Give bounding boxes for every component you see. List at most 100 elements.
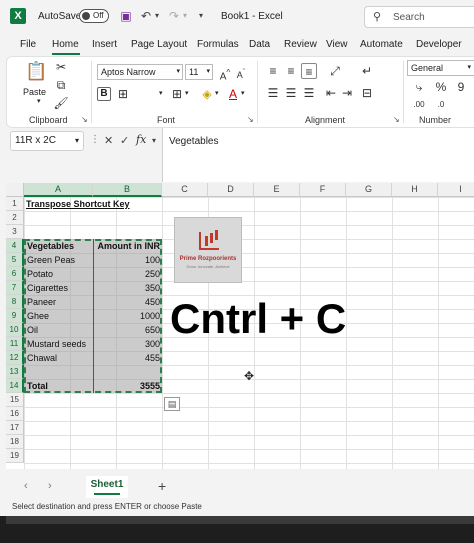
save-icon[interactable]: ▣ (118, 8, 134, 24)
table-cell-amount[interactable]: 250 (94, 267, 162, 281)
column-header-g[interactable]: G (346, 183, 392, 197)
paste-dropdown-icon[interactable]: ▾ (37, 97, 41, 105)
column-header-d[interactable]: D (208, 183, 254, 197)
bold-button[interactable]: B (97, 87, 111, 101)
column-header-f[interactable]: F (300, 183, 346, 197)
tab-data[interactable]: Data (249, 39, 270, 50)
cell-a4-header[interactable]: Vegetables (25, 239, 93, 253)
align-middle-icon[interactable]: ≡ (283, 63, 299, 79)
formula-input[interactable]: Vegetables (162, 128, 474, 182)
row-header[interactable]: 19 (6, 449, 24, 463)
row-header[interactable]: 15 (6, 393, 24, 407)
tab-page-layout[interactable]: Page Layout (131, 39, 187, 50)
decrease-font-icon[interactable]: Aˇ (233, 64, 249, 80)
table-cell-item[interactable]: Cigarettes (25, 281, 93, 295)
row-header[interactable]: 10 (6, 323, 24, 337)
table-cell-amount[interactable]: 300 (94, 337, 162, 351)
font-name-select[interactable]: Aptos Narrow ▾ (97, 64, 183, 80)
increase-font-icon[interactable]: A^ (217, 64, 233, 82)
table-cell-item[interactable]: Mustard seeds (25, 337, 93, 351)
increase-indent-icon[interactable]: ⇥ (339, 85, 355, 101)
decrease-indent-icon[interactable]: ⇤ (323, 85, 339, 101)
font-color-icon[interactable]: A (225, 86, 241, 102)
align-center-icon[interactable]: ☰ (283, 85, 299, 101)
comma-style-icon[interactable]: 9 (453, 79, 469, 95)
fill-dropdown-icon[interactable]: ▾ (215, 89, 219, 97)
name-box[interactable]: 11R x 2C ▾ (10, 131, 84, 151)
column-header-i[interactable]: I (438, 183, 474, 197)
column-header-b[interactable]: B (93, 183, 162, 197)
table-cell-item[interactable]: Paneer (25, 295, 93, 309)
row-header[interactable]: 5 (6, 253, 24, 267)
table-cell-amount[interactable]: 100 (94, 253, 162, 267)
align-right-icon[interactable]: ☰ (301, 85, 317, 101)
tab-formulas[interactable]: Formulas (197, 39, 239, 50)
tab-insert[interactable]: Insert (92, 39, 117, 50)
table-cell-item[interactable]: Oil (25, 323, 93, 337)
row-header[interactable]: 14 (6, 379, 24, 393)
redo-dropdown-icon[interactable]: ▾ (180, 8, 190, 24)
tab-view[interactable]: View (326, 39, 348, 50)
search-input[interactable]: ⚲ Search (364, 6, 474, 28)
font-size-select[interactable]: 11 ▾ (185, 64, 213, 80)
borders-icon-2[interactable]: ⊞ (169, 86, 185, 102)
row-header[interactable]: 9 (6, 309, 24, 323)
column-header-a[interactable]: A (24, 183, 93, 197)
tab-developer[interactable]: Developer (416, 39, 462, 50)
row-header[interactable]: 1 (6, 197, 24, 211)
merge-center-icon[interactable]: ⊟ (359, 85, 375, 101)
tab-home[interactable]: Home (52, 39, 79, 50)
cancel-icon[interactable]: ✕ (104, 134, 113, 147)
paste-icon[interactable]: 📋 (25, 62, 47, 85)
row-header[interactable]: 4 (6, 239, 24, 253)
table-cell-item[interactable]: Green Peas (25, 253, 93, 267)
row-header[interactable]: 8 (6, 295, 24, 309)
cell-b4-header[interactable]: Amount in INR (94, 239, 162, 253)
insert-function-icon[interactable]: fx (136, 133, 146, 146)
tab-file[interactable]: File (20, 39, 36, 50)
table-cell-amount[interactable]: 650 (94, 323, 162, 337)
align-bottom-icon[interactable]: ≡ (301, 63, 317, 79)
column-header-c[interactable]: C (162, 183, 208, 197)
column-header-e[interactable]: E (254, 183, 300, 197)
table-cell-amount[interactable]: 455 (94, 351, 162, 365)
worksheet-grid[interactable]: A B C D E F G H I 1 2 3 4 5 6 7 8 9 10 1… (6, 183, 474, 469)
table-cell-amount[interactable]: 350 (94, 281, 162, 295)
table-cell-item[interactable]: Chawal (25, 351, 93, 365)
tab-review[interactable]: Review (284, 39, 317, 50)
copy-icon[interactable]: ⧉ (53, 77, 69, 93)
undo-dropdown-icon[interactable]: ▾ (152, 8, 162, 24)
row-header[interactable]: 7 (6, 281, 24, 295)
font-launcher-icon[interactable]: ↘ (247, 115, 254, 124)
borders-icon[interactable]: ⊞ (115, 86, 131, 102)
paste-label[interactable]: Paste (23, 87, 46, 97)
row-header[interactable]: 12 (6, 351, 24, 365)
horizontal-scrollbar[interactable] (6, 516, 474, 524)
table-cell-item[interactable]: Potato (25, 267, 93, 281)
paste-options-icon[interactable]: ▤ (164, 397, 180, 411)
alignment-launcher-icon[interactable]: ↘ (393, 115, 400, 124)
row-header[interactable]: 17 (6, 421, 24, 435)
sheet-tab-sheet1[interactable]: Sheet1 (86, 476, 128, 498)
cell-a1-title[interactable]: Transpose Shortcut Key (24, 197, 132, 211)
next-sheet-icon[interactable]: › (48, 480, 52, 492)
row-header[interactable]: 13 (6, 365, 24, 379)
company-logo-image[interactable]: Prime Rozpoorients Grow. Innovate. Achie… (174, 217, 242, 283)
table-cell-item[interactable]: Ghee (25, 309, 93, 323)
autosave-toggle[interactable]: Off (79, 9, 109, 23)
table-cell-amount[interactable]: 1000 (94, 309, 162, 323)
column-header-h[interactable]: H (392, 183, 438, 197)
row-header[interactable]: 3 (6, 225, 24, 239)
row-header[interactable]: 16 (6, 407, 24, 421)
row-header[interactable]: 18 (6, 435, 24, 449)
prev-sheet-icon[interactable]: ‹ (24, 480, 28, 492)
clipboard-launcher-icon[interactable]: ↘ (81, 115, 88, 124)
decrease-decimal-icon[interactable]: .0 (433, 97, 449, 113)
align-top-icon[interactable]: ≡ (265, 63, 281, 79)
select-all-corner[interactable] (6, 183, 24, 197)
borders-dropdown-icon[interactable]: ▾ (185, 89, 189, 97)
fill-color-icon[interactable]: ◈ (199, 86, 215, 102)
cut-icon[interactable]: ✂ (53, 59, 69, 75)
wrap-text-icon[interactable]: ↵ (359, 63, 375, 79)
add-sheet-button[interactable]: + (158, 478, 166, 494)
